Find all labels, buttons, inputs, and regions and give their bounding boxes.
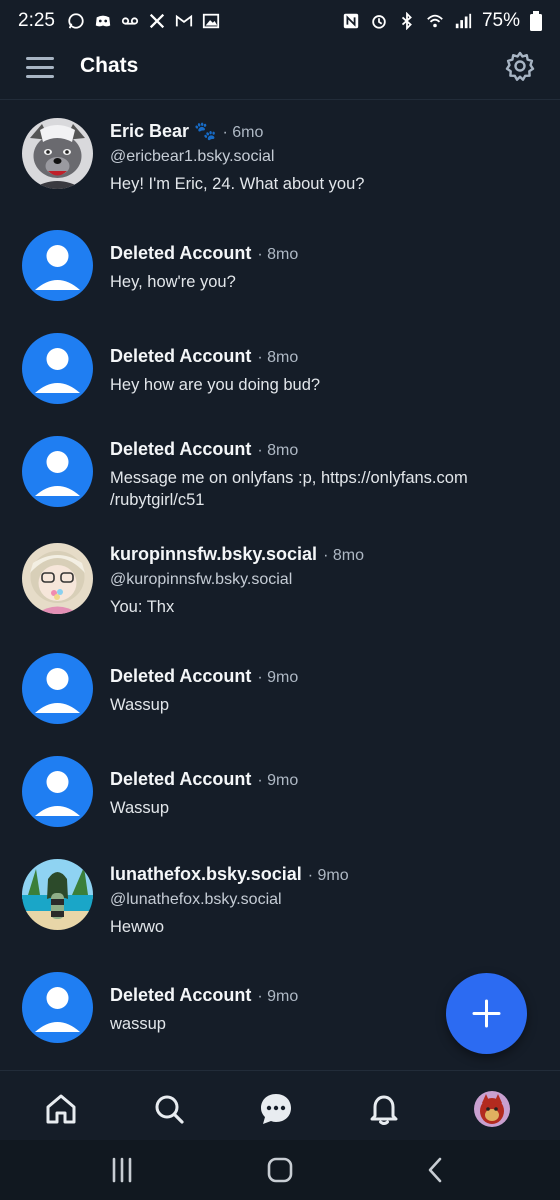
- chat-name: lunathefox.bsky.social: [110, 864, 302, 884]
- chat-time: · 9mo: [257, 772, 299, 789]
- search-icon[interactable]: [151, 1091, 187, 1127]
- user-silhouette-icon: [35, 771, 80, 816]
- chat-icon[interactable]: [258, 1091, 294, 1127]
- new-chat-button[interactable]: [446, 973, 527, 1054]
- chat-name: Deleted Account: [110, 439, 252, 459]
- chat-time: · 9mo: [257, 669, 299, 686]
- profile-avatar[interactable]: [474, 1091, 510, 1127]
- default-avatar: [22, 333, 93, 404]
- chat-name: Deleted Account: [110, 985, 252, 1005]
- chat-text: kuropinnsfw.bsky.social · 8mo @kuropinns…: [110, 544, 530, 618]
- chat-item[interactable]: lunathefox.bsky.social · 9mo @lunathefox…: [0, 854, 560, 969]
- chat-last-message: You: Thx: [110, 598, 175, 616]
- chat-text: Deleted Account · 9mo Wassup: [110, 666, 530, 716]
- gallery-icon: [202, 13, 220, 29]
- chat-name: Deleted Account: [110, 243, 252, 263]
- wolf-avatar-image: [22, 118, 93, 189]
- status-time: 2:25: [18, 10, 55, 31]
- chat-time: · 8mo: [323, 547, 364, 564]
- back-icon[interactable]: [421, 1155, 451, 1185]
- avatar: [22, 543, 93, 614]
- avatar: [22, 859, 93, 930]
- bell-icon[interactable]: [366, 1091, 402, 1127]
- plus-icon: [472, 999, 501, 1028]
- home-button-icon[interactable]: [265, 1155, 295, 1185]
- x-icon: [149, 13, 165, 29]
- chat-handle: @lunathefox.bsky.social: [110, 891, 282, 908]
- anime-avatar-image: [22, 543, 93, 614]
- app-header: Chats: [0, 42, 560, 100]
- chat-last-message: Hey! I'm Eric, 24. What about you?: [110, 175, 365, 193]
- chat-time: · 8mo: [257, 442, 299, 459]
- recent-apps-icon[interactable]: [107, 1155, 137, 1185]
- system-nav-bar: [0, 1140, 560, 1200]
- whatsapp-icon: [68, 13, 84, 29]
- chat-text: Deleted Account · 8mo Hey, how're you?: [110, 243, 530, 293]
- chat-item[interactable]: Deleted Account · 8mo Hey how are you do…: [0, 324, 560, 427]
- chat-name: Deleted Account: [110, 346, 252, 366]
- chat-time: · 9mo: [257, 988, 299, 1005]
- default-avatar: [22, 230, 93, 301]
- chat-text: Deleted Account · 8mo Hey how are you do…: [110, 346, 530, 396]
- chat-last-message: Hey, how're you?: [110, 273, 236, 291]
- user-silhouette-icon: [35, 245, 80, 290]
- user-silhouette-icon: [35, 987, 80, 1032]
- chat-item[interactable]: Deleted Account · 8mo Hey, how're you?: [0, 221, 560, 324]
- bottom-nav: [0, 1070, 560, 1150]
- hamburger-icon: [26, 57, 54, 60]
- wifi-icon: [427, 14, 443, 28]
- chat-item[interactable]: Eric Bear 🐾 · 6mo @ericbear1.bsky.social…: [0, 101, 560, 221]
- user-silhouette-icon: [35, 451, 80, 496]
- chat-time: · 9mo: [307, 867, 349, 884]
- chat-text: Eric Bear 🐾 · 6mo @ericbear1.bsky.social…: [110, 121, 530, 195]
- chat-text: Deleted Account · 9mo Wassup: [110, 769, 530, 819]
- chat-time: · 8mo: [257, 246, 299, 263]
- chat-name: Deleted Account: [110, 666, 252, 686]
- chat-item[interactable]: Deleted Account · 8mo Message me on only…: [0, 427, 560, 538]
- chat-last-message: Hewwo: [110, 918, 165, 936]
- default-avatar: [22, 756, 93, 827]
- system-status-icons: 75%: [342, 10, 542, 32]
- chat-time: · 6mo: [222, 124, 264, 141]
- chat-handle: @kuropinnsfw.bsky.social: [110, 571, 293, 588]
- alarm-icon: [372, 15, 386, 29]
- menu-button[interactable]: [26, 54, 56, 80]
- chat-name: kuropinnsfw.bsky.social: [110, 544, 318, 564]
- chat-item[interactable]: Deleted Account · 9mo Wassup: [0, 648, 560, 751]
- voicemail-icon: [121, 17, 139, 25]
- user-silhouette-icon: [35, 348, 80, 393]
- settings-gear-icon[interactable]: [504, 50, 536, 82]
- chat-item[interactable]: Deleted Account · 9mo Wassup: [0, 751, 560, 854]
- chat-item[interactable]: kuropinnsfw.bsky.social · 8mo @kuropinns…: [0, 538, 560, 648]
- default-avatar: [22, 436, 93, 507]
- gmail-icon: [175, 14, 193, 27]
- bluetooth-icon: [401, 12, 412, 30]
- chat-time: · 8mo: [257, 349, 299, 366]
- chat-name: Eric Bear 🐾: [110, 121, 217, 141]
- chat-text: Deleted Account · 8mo Message me on only…: [110, 439, 530, 511]
- default-avatar: [22, 972, 93, 1043]
- user-silhouette-icon: [35, 668, 80, 713]
- avatar: [22, 118, 93, 189]
- signal-icon: [455, 13, 472, 29]
- chat-handle: @ericbear1.bsky.social: [110, 148, 275, 165]
- chat-last-message: Message me on onlyfans :p, https://onlyf…: [110, 469, 468, 509]
- chat-text: lunathefox.bsky.social · 9mo @lunathefox…: [110, 864, 530, 938]
- home-icon[interactable]: [43, 1091, 79, 1127]
- beach-avatar-image: [22, 859, 93, 930]
- default-avatar: [22, 653, 93, 724]
- battery-percentage: 75%: [481, 10, 520, 31]
- chat-last-message: Wassup: [110, 799, 169, 817]
- nfc-icon: [343, 13, 359, 29]
- discord-icon: [95, 15, 111, 27]
- chat-name: Deleted Account: [110, 769, 252, 789]
- chat-last-message: Hey how are you doing bud?: [110, 376, 321, 394]
- page-title: Chats: [80, 54, 139, 77]
- chat-last-message: Wassup: [110, 696, 169, 714]
- notification-icons: [67, 12, 220, 30]
- status-bar: 2:25 75%: [0, 0, 560, 42]
- battery-icon: [530, 11, 542, 31]
